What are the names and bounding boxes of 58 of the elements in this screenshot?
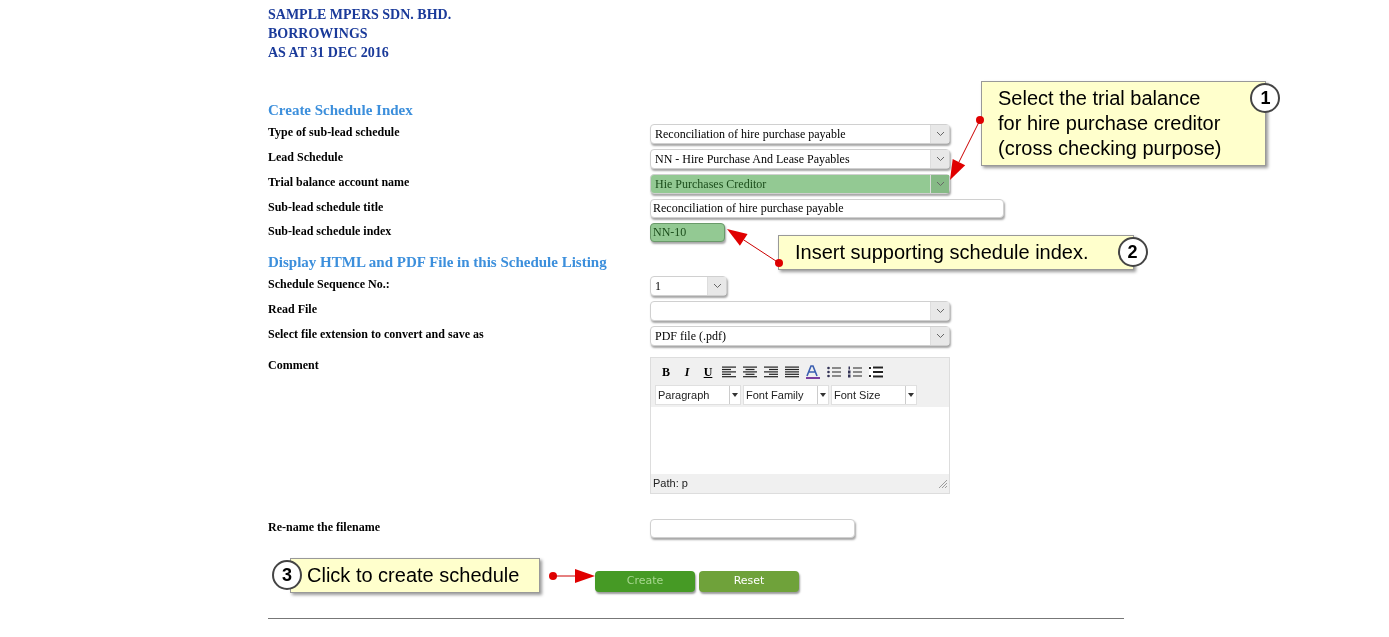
report-heading: BORROWINGS xyxy=(268,25,369,43)
align-left-icon[interactable] xyxy=(722,366,736,378)
field-label: Type of sub-lead schedule xyxy=(268,124,401,140)
toolbar-dropdown[interactable]: Paragraph xyxy=(655,385,741,405)
field-label: Sub-lead schedule title xyxy=(268,199,385,215)
step-number: 3 xyxy=(272,560,302,590)
indent-list-icon[interactable] xyxy=(869,366,883,378)
chevron-down-icon xyxy=(935,131,945,137)
toolbar-dropdown[interactable]: Font Family xyxy=(743,385,829,405)
dropdown-select[interactable]: NN - Hire Purchase And Lease Payables xyxy=(650,149,950,169)
text-input[interactable]: Reconciliation of hire purchase payable xyxy=(650,199,1004,218)
toolbar-dropdown[interactable]: Font Size xyxy=(831,385,917,405)
section-title: Create Schedule Index xyxy=(268,101,413,120)
bullet-list-icon[interactable] xyxy=(827,366,841,378)
align-center-icon[interactable] xyxy=(743,366,757,378)
callout-text: Click to create schedule xyxy=(307,563,520,588)
text-input[interactable] xyxy=(650,519,855,538)
callout-text: Insert supporting schedule index. xyxy=(795,240,1089,265)
step-number: 1 xyxy=(1250,83,1281,113)
chevron-down-icon xyxy=(712,283,722,289)
format-button[interactable]: B xyxy=(659,363,673,381)
chevron-down-icon xyxy=(935,308,945,314)
dropdown-select[interactable]: 1 xyxy=(650,276,727,296)
section-title: Display HTML and PDF File in this Schedule Listing xyxy=(268,253,607,272)
field-label: Schedule Sequence No.: xyxy=(268,276,391,292)
leader-arrow xyxy=(727,229,783,267)
dropdown-select[interactable]: Reconciliation of hire purchase payable xyxy=(650,124,950,144)
callout-text: Select the trial balance xyxy=(998,86,1202,111)
caret-down-icon xyxy=(908,393,914,397)
field-label: Re-name the filename xyxy=(268,519,381,535)
chevron-down-icon xyxy=(935,333,945,339)
format-button[interactable]: U xyxy=(701,363,715,381)
align-right-icon[interactable] xyxy=(764,366,778,378)
report-heading: AS AT 31 DEC 2016 xyxy=(268,44,390,62)
numbered-list-icon[interactable] xyxy=(848,366,862,378)
chevron-down-icon xyxy=(935,156,945,162)
field-label: Read File xyxy=(268,301,318,317)
field-label: Select file extension to convert and save as xyxy=(268,326,485,342)
chevron-down-icon xyxy=(935,181,945,187)
leader-arrow xyxy=(950,116,984,180)
callout-text: (cross checking purpose) xyxy=(998,136,1222,161)
field-label: Comment xyxy=(268,357,320,373)
format-button[interactable]: I xyxy=(680,363,694,381)
callout-text: for hire purchase creditor xyxy=(998,111,1222,136)
report-heading: SAMPLE MPERS SDN. BHD. xyxy=(268,6,453,24)
caret-down-icon xyxy=(732,393,738,397)
field-label: Sub-lead schedule index xyxy=(268,223,393,239)
text-color-icon[interactable] xyxy=(806,365,820,379)
dropdown-select[interactable]: Hie Purchases Creditor xyxy=(650,174,950,194)
text-input[interactable]: NN-10 xyxy=(650,223,725,242)
field-label: Trial balance account name xyxy=(268,174,411,190)
element-path: Path: p xyxy=(653,476,688,492)
justify-icon[interactable] xyxy=(785,366,799,378)
dropdown-select[interactable]: PDF file (.pdf) xyxy=(650,326,950,346)
resize-handle-icon[interactable] xyxy=(938,479,947,488)
field-label: Lead Schedule xyxy=(268,149,344,165)
caret-down-icon xyxy=(820,393,826,397)
leader-arrow xyxy=(549,569,595,583)
